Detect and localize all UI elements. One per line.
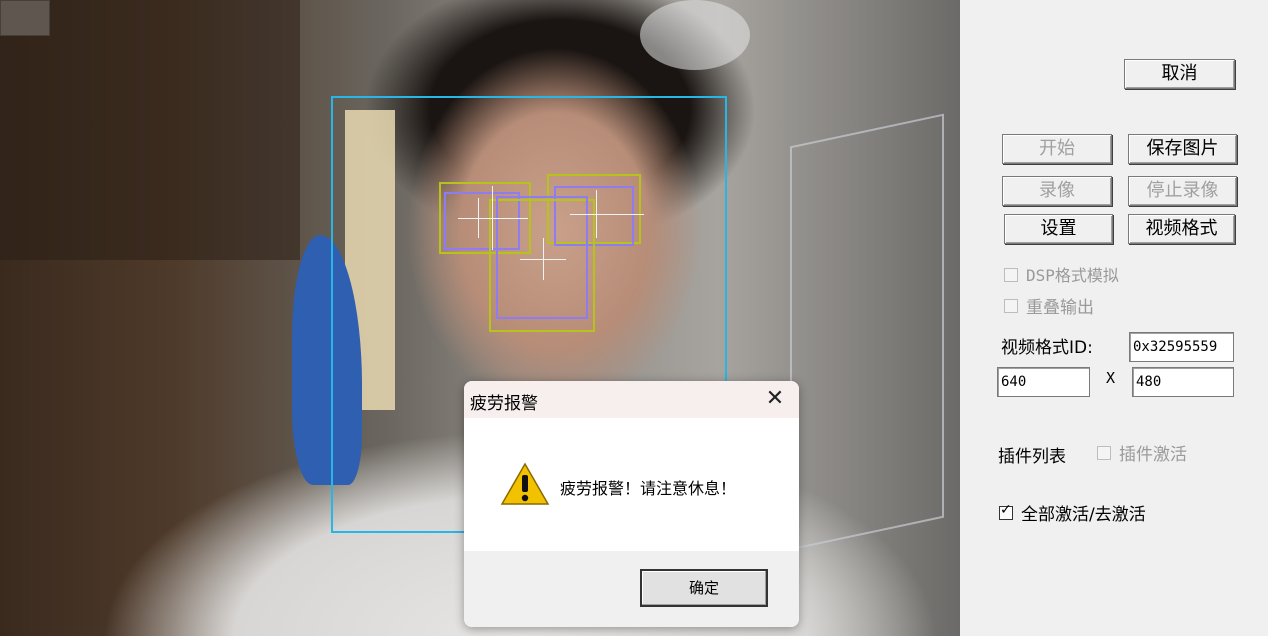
close-icon[interactable]: ✕ <box>751 381 799 418</box>
dialog-body: 疲劳报警！请注意休息！ <box>464 418 799 551</box>
plugin-activate-label: 插件激活 <box>1119 445 1187 465</box>
left-eye-crosshair-v <box>492 186 493 250</box>
background-rack <box>790 113 944 551</box>
activate-all-label: 全部激活/去激活 <box>1021 505 1146 525</box>
plugin-activate-checkbox[interactable] <box>1097 446 1111 460</box>
nose-crosshair-v <box>543 238 544 280</box>
dimension-separator: X <box>1106 369 1116 387</box>
activate-all-checkbox-row[interactable]: 全部激活/去激活 <box>999 500 1146 525</box>
dsp-format-label: DSP格式模拟 <box>1026 266 1119 285</box>
right-eye-crosshair-h <box>570 214 644 215</box>
ok-button[interactable]: 确定 <box>640 569 768 607</box>
overlay-output-label: 重叠输出 <box>1026 298 1094 318</box>
cancel-button[interactable]: 取消 <box>1124 59 1235 89</box>
right-eye-crosshair-v <box>596 190 597 238</box>
dialog-footer: 确定 <box>464 551 799 627</box>
activate-all-checkbox[interactable] <box>999 502 1013 520</box>
record-button[interactable]: 录像 <box>1002 176 1112 206</box>
left-eye-crosshair-v2 <box>478 198 479 238</box>
fatigue-alert-dialog: 疲劳报警 ✕ 疲劳报警！请注意休息！ 确定 <box>464 381 799 627</box>
settings-button[interactable]: 设置 <box>1004 214 1113 244</box>
overlay-output-checkbox[interactable] <box>1004 299 1018 313</box>
background-shelf <box>0 0 300 260</box>
start-button[interactable]: 开始 <box>1002 134 1112 164</box>
dialog-message: 疲劳报警！请注意休息！ <box>560 479 737 498</box>
dialog-title-bar[interactable]: 疲劳报警 ✕ <box>464 381 799 418</box>
format-id-field[interactable]: 0x32595559 <box>1129 332 1234 362</box>
overlay-output-checkbox-row[interactable]: 重叠输出 <box>1004 293 1094 318</box>
format-id-label: 视频格式ID: <box>1001 338 1093 358</box>
background-fan <box>640 0 750 70</box>
stop-record-button[interactable]: 停止录像 <box>1128 176 1237 206</box>
height-field[interactable]: 480 <box>1132 367 1234 397</box>
warning-icon <box>500 462 550 505</box>
video-format-button[interactable]: 视频格式 <box>1128 214 1235 244</box>
plugin-activate-checkbox-row[interactable]: 插件激活 <box>1097 440 1187 465</box>
save-image-button[interactable]: 保存图片 <box>1128 134 1237 164</box>
dsp-format-checkbox-row[interactable]: DSP格式模拟 <box>1004 262 1119 286</box>
left-eye-crosshair-h <box>458 218 528 219</box>
dialog-title: 疲劳报警 <box>470 394 538 414</box>
dsp-format-checkbox[interactable] <box>1004 267 1018 282</box>
width-field[interactable]: 640 <box>997 367 1090 397</box>
plugin-list-label: 插件列表 <box>998 447 1066 467</box>
